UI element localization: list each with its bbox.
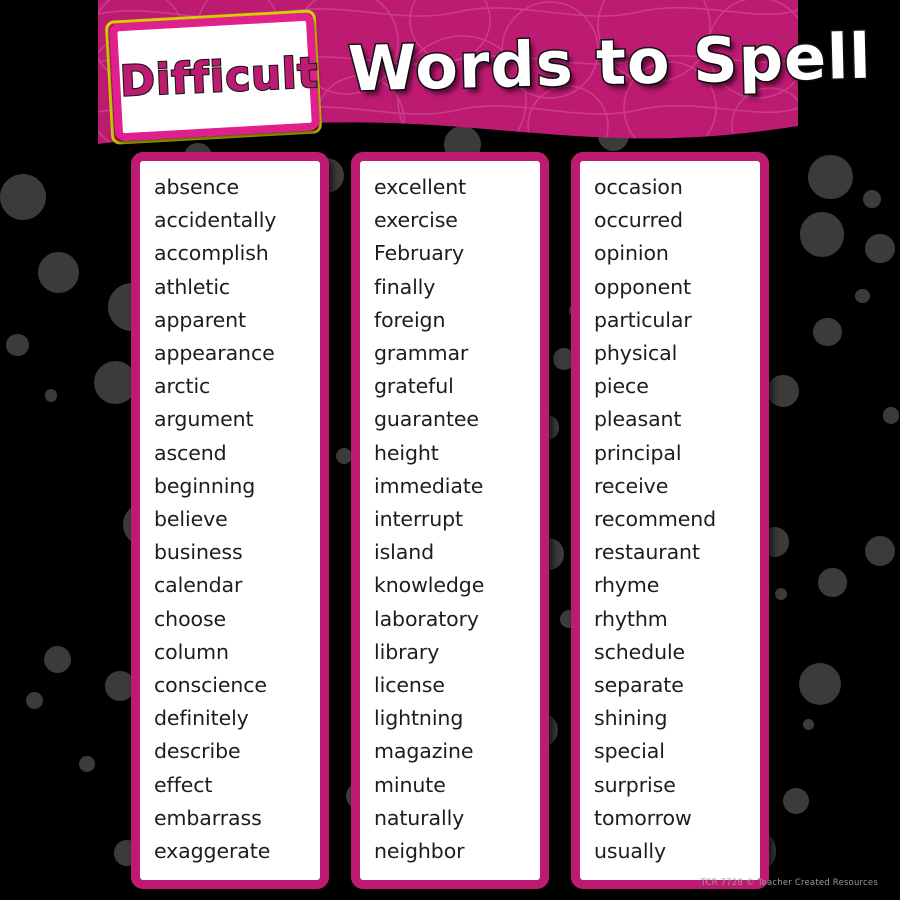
word-item: surprise — [594, 772, 676, 797]
word-item: ascend — [154, 440, 227, 465]
word-item: pleasant — [594, 407, 682, 432]
word-panel-1: absence accidentally accomplish athletic app… — [131, 152, 329, 890]
word-item: calendar — [154, 573, 243, 598]
word-item: shining — [594, 706, 668, 731]
word-item: separate — [594, 673, 684, 698]
word-list-2: excellent exercise February finally foreign g… — [360, 171, 540, 868]
word-item: excellent — [374, 175, 467, 199]
word-item: foreign — [374, 307, 446, 332]
word-item: license — [374, 673, 445, 698]
word-item: apparent — [154, 307, 246, 332]
word-item: magazine — [374, 739, 474, 764]
word-columns-container: absence accidentally accomplish athletic app… — [0, 152, 900, 890]
word-item: special — [594, 739, 665, 764]
poster-root: Difficult Words to Spell absence accident… — [0, 0, 900, 900]
word-item: arctic — [154, 374, 211, 399]
word-item: library — [374, 639, 440, 664]
word-item: laboratory — [374, 606, 479, 631]
word-item: exaggerate — [154, 839, 271, 864]
word-item: schedule — [594, 639, 686, 664]
word-item: embarrass — [154, 805, 262, 830]
word-item: island — [374, 540, 435, 565]
word-item: grammar — [374, 341, 469, 366]
word-item: argument — [154, 407, 254, 432]
word-item: restaurant — [594, 540, 700, 565]
word-item: effect — [154, 772, 213, 797]
word-panel-2: excellent exercise February finally foreign g… — [351, 152, 549, 890]
word-item: opponent — [594, 274, 691, 299]
word-item: exercise — [374, 208, 458, 233]
badge-pink-frame: Difficult — [108, 12, 321, 142]
word-item: believe — [154, 507, 228, 532]
footer-credit: TCR 7728 © Teacher Created Resources — [700, 878, 878, 888]
word-item: recommend — [594, 507, 717, 532]
word-item: piece — [594, 374, 649, 399]
word-list-3: occasion occurred opinion opponent particula… — [580, 171, 760, 868]
word-item: lightning — [374, 706, 464, 731]
word-item: usually — [594, 839, 667, 864]
word-item: finally — [374, 274, 436, 299]
word-item: column — [154, 639, 229, 664]
word-item: grateful — [374, 374, 454, 399]
word-item: interrupt — [374, 507, 463, 532]
word-item: neighbor — [374, 839, 465, 864]
word-item: choose — [154, 606, 227, 631]
badge-label: Difficult — [118, 47, 321, 107]
word-panel-3: occasion occurred opinion opponent particula… — [571, 152, 769, 890]
word-item: guarantee — [374, 407, 479, 432]
word-item: accomplish — [154, 241, 269, 266]
word-item: knowledge — [374, 573, 485, 598]
word-item: occasion — [594, 175, 683, 199]
word-item: occurred — [594, 208, 683, 233]
word-item: accidentally — [154, 208, 277, 233]
word-item: beginning — [154, 473, 256, 498]
difficult-badge-card: Difficult — [104, 9, 323, 145]
word-item: height — [374, 440, 439, 465]
word-item: definitely — [154, 706, 249, 731]
word-list-1: absence accidentally accomplish athletic app… — [140, 171, 320, 868]
page-title: Words to Spell — [346, 18, 874, 107]
word-item: opinion — [594, 241, 669, 266]
word-item: absence — [154, 175, 240, 199]
word-item: immediate — [374, 473, 484, 498]
word-item: conscience — [154, 673, 267, 698]
word-item: minute — [374, 772, 446, 797]
word-item: principal — [594, 440, 682, 465]
word-item: particular — [594, 307, 692, 332]
word-item: athletic — [154, 274, 231, 299]
word-item: naturally — [374, 805, 465, 830]
word-item: appearance — [154, 341, 275, 366]
word-item: physical — [594, 341, 678, 366]
word-item: receive — [594, 473, 669, 498]
word-item: business — [154, 540, 243, 565]
word-item: February — [374, 241, 465, 266]
word-item: describe — [154, 739, 241, 764]
word-item: tomorrow — [594, 805, 692, 830]
word-item: rhythm — [594, 606, 668, 631]
word-item: rhyme — [594, 573, 660, 598]
